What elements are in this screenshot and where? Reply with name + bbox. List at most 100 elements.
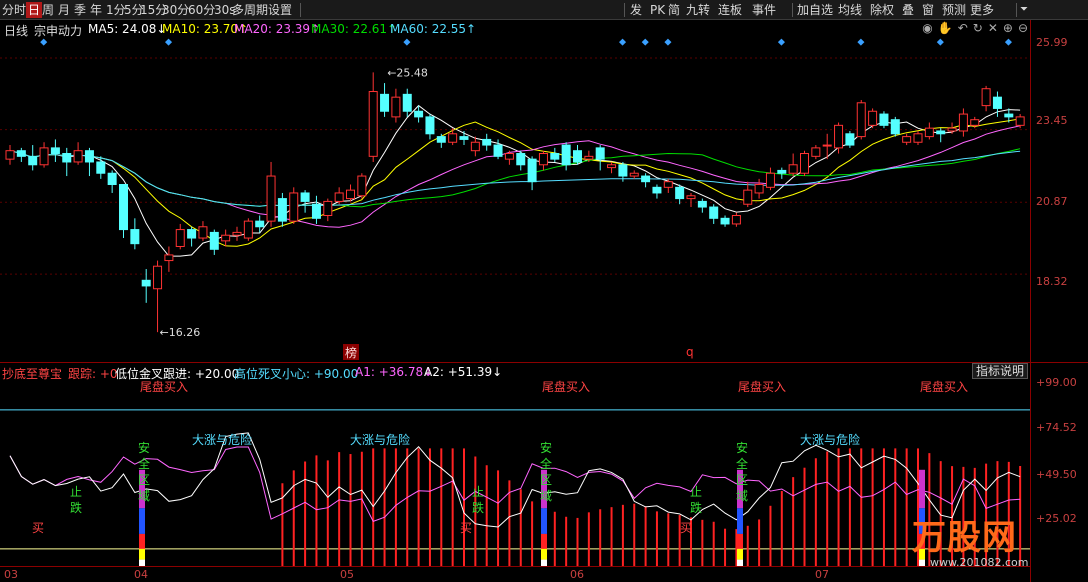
candle-body <box>924 127 934 138</box>
safe-zone-label: 全 <box>736 456 748 471</box>
candle <box>902 133 912 146</box>
candle <box>300 190 310 213</box>
candle <box>482 133 492 151</box>
candle <box>868 108 878 129</box>
toolbar-right-6[interactable]: 加自选 <box>797 2 833 18</box>
candle-body <box>311 203 321 219</box>
candle <box>811 145 821 160</box>
signal-diamond <box>165 38 173 46</box>
candle <box>652 184 662 199</box>
signal-diamond <box>664 38 672 46</box>
toolbar-item-6[interactable]: 1分 <box>106 2 126 18</box>
candle-body <box>595 147 605 160</box>
candle-body <box>414 110 424 118</box>
candle-body <box>686 195 696 200</box>
candle <box>675 184 685 205</box>
date-axis: 03 04 05 06 07 <box>0 566 1030 582</box>
safe-zone-label: 安 <box>138 440 150 455</box>
candle-body <box>300 192 310 202</box>
candle <box>277 192 287 227</box>
hand-icon[interactable]: ✋ <box>938 21 953 35</box>
toolbar-item-0[interactable]: 分时 <box>2 2 26 18</box>
watermark-url: www.201082.com <box>930 556 1029 569</box>
ma-info-bar: 日线 宗申动力 MA5: 24.08↓ MA10: 23.70↑ MA20: 2… <box>0 20 1030 38</box>
dropdown-icon[interactable]: ⏷ <box>1020 2 1028 18</box>
candle <box>459 130 469 146</box>
candlestick-chart[interactable]: ←25.48 ←16.26 榜 q <box>0 38 1030 362</box>
toolbar-item-2[interactable]: 周 <box>42 2 54 18</box>
candle <box>629 170 639 179</box>
candle-body <box>607 164 617 169</box>
safe-zone-label: 安 <box>540 440 552 455</box>
candle <box>402 88 412 117</box>
candle-body <box>73 150 83 163</box>
undo-icon[interactable]: ↶ <box>958 21 968 35</box>
stock-chart-window: 分时日周月季年 1分 5分 15分 30分 60分 30s 多周期 设置发 PK 简九转 连板 事件 加自… <box>0 0 1088 582</box>
toolbar-right-3[interactable]: 九转 <box>686 2 710 18</box>
candle-body <box>16 150 26 157</box>
toolbar-item-13[interactable]: 设置 <box>268 2 292 18</box>
toolbar-item-12[interactable]: 多周期 <box>232 2 268 18</box>
candle <box>845 130 855 148</box>
toolbar-right-0[interactable]: 发 <box>630 2 642 18</box>
candle <box>84 147 94 177</box>
candle <box>765 167 775 191</box>
candle <box>573 145 582 165</box>
zone-bar <box>737 548 743 560</box>
toolbar-item-9[interactable]: 30分 <box>162 2 189 18</box>
indicator-help-button[interactable]: 指标说明 <box>972 363 1028 379</box>
toolbar-item-1[interactable]: 日 <box>26 2 43 18</box>
toolbar-right-2[interactable]: 简 <box>668 2 680 18</box>
toolbar-right-8[interactable]: 除权 <box>870 2 894 18</box>
toolbar-right-5[interactable]: 事件 <box>752 2 776 18</box>
candle <box>641 173 651 188</box>
candle <box>187 226 197 247</box>
toolbar-right-11[interactable]: 预测 <box>942 2 966 18</box>
toolbar-right-7[interactable]: 均线 <box>838 2 862 18</box>
candle <box>788 153 798 177</box>
candle-body <box>811 147 821 157</box>
refresh-icon[interactable]: ↻ <box>973 21 983 35</box>
toolbar-right-12[interactable]: 更多 <box>970 2 994 18</box>
candle <box>731 212 741 227</box>
high-price-label: ←25.48 <box>387 66 428 79</box>
zoom-out-icon[interactable]: ⊖ <box>1018 21 1028 35</box>
candle <box>357 173 367 199</box>
toolbar-item-3[interactable]: 月 <box>58 2 70 18</box>
eye-icon[interactable]: ◉ <box>922 21 932 35</box>
candle-body <box>380 93 390 112</box>
candle <box>368 72 378 162</box>
date-tick: 06 <box>570 568 584 581</box>
ma20-label: MA20: 23.39↑ <box>234 22 321 36</box>
candle-body <box>981 88 991 107</box>
toolbar-right-1[interactable]: PK <box>650 2 665 18</box>
candle-body <box>652 186 662 194</box>
signal-diamond <box>619 38 627 46</box>
candle <box>175 223 185 250</box>
safe-zone-label: 区 <box>138 473 150 487</box>
stock-name[interactable]: 宗申动力 <box>34 22 82 39</box>
toolbar-item-4[interactable]: 季 <box>74 2 86 18</box>
safe-zone-label: 区 <box>540 473 552 487</box>
toolbar-item-5[interactable]: 年 <box>90 2 102 18</box>
candle <box>800 150 809 177</box>
candle-body <box>255 220 265 228</box>
buy-label: 买 <box>460 521 472 535</box>
indicator-chart[interactable]: 尾盘买入 尾盘买入 尾盘买入 尾盘买入大涨与危险 大涨与危险 大涨与危险止跌止跌止跌买买买… <box>0 380 1030 566</box>
candle-body <box>743 189 753 205</box>
toolbar-right-4[interactable]: 连板 <box>718 2 742 18</box>
toolbar-right-9[interactable]: 叠 <box>902 2 914 18</box>
candle <box>153 260 163 333</box>
signal-diamond <box>857 38 865 46</box>
zone-bar <box>139 533 145 549</box>
zoom-in-icon[interactable]: ⊕ <box>1003 21 1013 35</box>
buy-tail-label: 尾盘买入 <box>920 380 968 394</box>
candle <box>743 181 753 208</box>
toolbar-item-10[interactable]: 60分 <box>188 2 215 18</box>
candle-body <box>391 96 401 118</box>
candle-body <box>697 200 707 208</box>
close-icon[interactable]: ✕ <box>988 21 998 35</box>
toolbar-right-10[interactable]: 窗 <box>922 2 934 18</box>
candle <box>130 218 140 250</box>
stop-label: 跌 <box>70 500 82 515</box>
